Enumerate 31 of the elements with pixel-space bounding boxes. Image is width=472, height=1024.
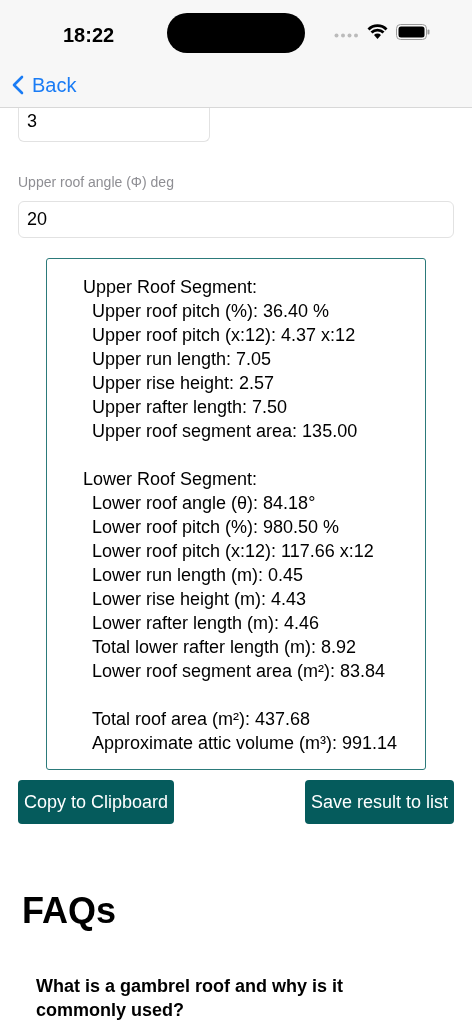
result-line: Approximate attic volume (m³): 991.14 [91,732,399,755]
result-line: Total roof area (m²): 437.68 [91,708,312,731]
field-label: Upper roof angle (Φ) deg [18,173,175,192]
wifi-icon [367,24,388,40]
result-line: Lower roof pitch (x:12): 117.66 x:12 [91,540,375,563]
result-line: Upper roof pitch (%): 36.40 % [91,300,331,323]
chevron-left-icon [12,75,24,95]
result-line: Lower roof segment area (m²): 83.84 [91,660,387,683]
copy-button[interactable]: Copy to Clipboard [18,780,175,824]
result-heading: Lower Roof Segment: [83,468,259,491]
status-time: 18:22 [63,23,115,48]
number-field[interactable]: 3 [18,108,210,142]
result-line: Upper roof pitch (x:12): 4.37 x:12 [91,324,357,347]
result-line: Lower run length (m): 0.45 [91,564,305,587]
result-line: Lower rafter length (m): 4.46 [91,612,321,635]
number-field[interactable]: 20 [18,201,454,238]
result-heading: Upper Roof Segment: [83,276,259,299]
result-line: Lower roof angle (θ): 84.18° [91,492,317,515]
faq-heading: FAQs [22,889,118,933]
result-line: Total lower rafter length (m): 8.92 [91,636,358,659]
result-line: Upper roof segment area: 135.00 [91,420,359,443]
save-button[interactable]: Save result to list [304,780,454,824]
result-line: Upper rise height: 2.57 [91,372,276,395]
result-line: Lower rise height (m): 4.43 [91,588,308,611]
result-line: Lower roof pitch (%): 980.50 % [91,516,341,539]
result-line: Upper rafter length: 7.50 [91,396,289,419]
faq-question[interactable]: What is a gambrel roof and why is it commonly used? [36,974,356,1022]
back-button[interactable]: Back [12,70,77,100]
signal-icon [334,33,358,38]
result-line: Upper run length: 7.05 [91,348,273,371]
battery-icon [396,24,430,40]
